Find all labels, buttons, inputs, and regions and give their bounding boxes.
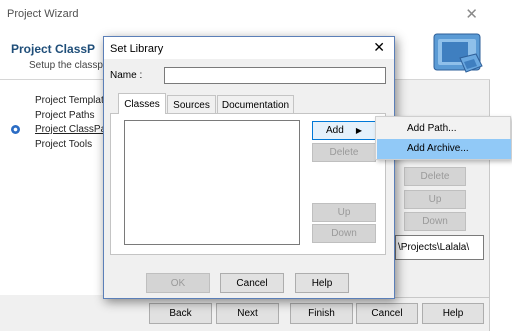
submenu-arrow-icon: ▶ bbox=[355, 126, 362, 135]
finish-button[interactable]: Finish bbox=[290, 303, 353, 324]
up-button[interactable]: Up bbox=[312, 203, 376, 222]
cancel-button[interactable]: Cancel bbox=[220, 273, 284, 293]
nav-item-project-tools[interactable]: Project Tools bbox=[35, 139, 92, 150]
menu-item-add-archive[interactable]: Add Archive... bbox=[377, 139, 511, 159]
dialog-title: Set Library bbox=[110, 43, 164, 55]
nav-item-project-paths[interactable]: Project Paths bbox=[35, 110, 94, 121]
dialog-close-icon[interactable]: ✕ bbox=[373, 39, 385, 56]
name-input[interactable] bbox=[164, 67, 386, 84]
wizard-delete-button[interactable]: Delete bbox=[404, 167, 466, 186]
wizard-down-button[interactable]: Down bbox=[404, 212, 466, 231]
tab-classes[interactable]: Classes bbox=[118, 93, 166, 114]
wizard-up-button[interactable]: Up bbox=[404, 190, 466, 209]
delete-button[interactable]: Delete bbox=[312, 143, 376, 162]
wizard-titlebar: Project Wizard ✕ bbox=[0, 0, 490, 30]
tab-sources[interactable]: Sources bbox=[167, 95, 216, 114]
menu-item-add-path[interactable]: Add Path... bbox=[377, 119, 511, 139]
nav-item-project-template[interactable]: Project Template bbox=[35, 95, 109, 106]
wizard-close-icon[interactable]: ✕ bbox=[465, 5, 478, 23]
add-popup-menu: Add Path... Add Archive... bbox=[375, 116, 511, 160]
classes-list[interactable] bbox=[124, 120, 300, 245]
wizard-help-button[interactable]: Help bbox=[422, 303, 484, 324]
dialog-titlebar: Set Library ✕ bbox=[104, 37, 394, 59]
set-library-dialog: Set Library ✕ Name : Classes Sources Doc… bbox=[103, 36, 395, 299]
wizard-heading: Project ClassP bbox=[11, 42, 96, 56]
name-label: Name : bbox=[110, 70, 143, 81]
wizard-path-field[interactable]: \Projects\Lalala\ bbox=[395, 235, 484, 260]
wizard-subheading: Setup the classpa bbox=[29, 60, 109, 71]
add-button[interactable]: Add ▶ bbox=[312, 121, 376, 140]
add-button-label: Add bbox=[326, 125, 344, 136]
ok-button[interactable]: OK bbox=[146, 273, 210, 293]
next-button[interactable]: Next bbox=[216, 303, 279, 324]
wizard-title: Project Wizard bbox=[7, 8, 79, 20]
current-step-icon bbox=[11, 125, 20, 134]
down-button[interactable]: Down bbox=[312, 224, 376, 243]
help-button[interactable]: Help bbox=[295, 273, 349, 293]
nav-item-project-classpath[interactable]: Project ClassPat bbox=[35, 124, 109, 135]
project-folders-icon bbox=[433, 33, 483, 73]
wizard-cancel-button[interactable]: Cancel bbox=[356, 303, 418, 324]
back-button[interactable]: Back bbox=[149, 303, 212, 324]
tab-documentation[interactable]: Documentation bbox=[217, 95, 294, 114]
